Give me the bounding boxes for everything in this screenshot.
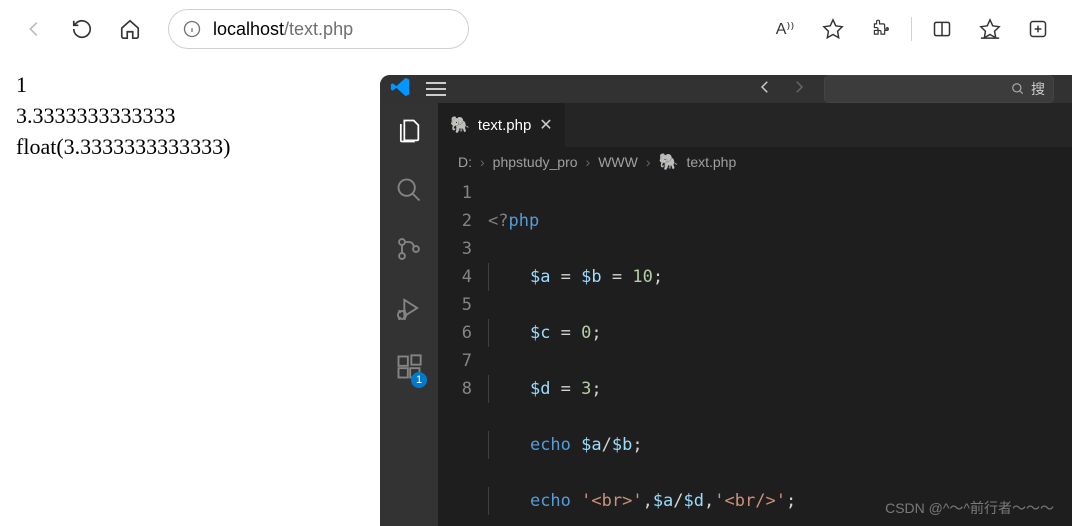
favorite-button[interactable] bbox=[813, 9, 853, 49]
activity-bar: 1 bbox=[380, 103, 438, 526]
tab-label: text.php bbox=[478, 117, 531, 134]
search-placeholder: 搜 bbox=[1031, 79, 1045, 99]
info-icon bbox=[183, 20, 201, 38]
php-file-icon: 🐘 bbox=[659, 152, 679, 172]
extensions-icon[interactable]: 1 bbox=[395, 353, 423, 386]
collections-button[interactable] bbox=[1018, 9, 1058, 49]
vscode-window: 搜 1 🐘 text.php ✕ D:› phpstudy_pro› WW bbox=[380, 75, 1072, 526]
extensions-button[interactable] bbox=[861, 9, 901, 49]
command-search[interactable]: 搜 bbox=[824, 75, 1054, 103]
tab-textphp[interactable]: 🐘 text.php ✕ bbox=[438, 103, 565, 147]
ext-badge: 1 bbox=[411, 372, 427, 388]
nav-back-icon[interactable] bbox=[756, 78, 774, 101]
sidebar-button[interactable] bbox=[922, 9, 962, 49]
back-button[interactable] bbox=[14, 9, 54, 49]
read-aloud-button[interactable]: A⁾⁾ bbox=[765, 9, 805, 49]
browser-toolbar: localhost/text.php A⁾⁾ bbox=[0, 0, 1072, 58]
code-content: <?php $a = $b = 10; $c = 0; $d = 3; echo… bbox=[488, 177, 1072, 526]
address-bar[interactable]: localhost/text.php bbox=[168, 9, 469, 49]
php-file-icon: 🐘 bbox=[450, 115, 470, 135]
nav-forward-icon[interactable] bbox=[790, 78, 808, 101]
line-gutter: 12345678 bbox=[438, 177, 488, 526]
search-icon bbox=[1011, 82, 1025, 96]
menu-button[interactable] bbox=[422, 78, 450, 100]
vscode-logo-icon bbox=[390, 76, 412, 103]
close-icon[interactable]: ✕ bbox=[539, 115, 552, 135]
home-button[interactable] bbox=[110, 9, 150, 49]
editor-area: 🐘 text.php ✕ D:› phpstudy_pro› WWW› 🐘 te… bbox=[438, 103, 1072, 526]
breadcrumb[interactable]: D:› phpstudy_pro› WWW› 🐘 text.php bbox=[438, 147, 1072, 177]
search-icon[interactable] bbox=[395, 176, 423, 209]
favorites-list-button[interactable] bbox=[970, 9, 1010, 49]
vscode-titlebar: 搜 bbox=[380, 75, 1072, 103]
code-editor[interactable]: 12345678 <?php $a = $b = 10; $c = 0; $d … bbox=[438, 177, 1072, 526]
watermark: CSDN @^～^前行者～～～ bbox=[885, 498, 1054, 518]
editor-tabs: 🐘 text.php ✕ bbox=[438, 103, 1072, 147]
source-control-icon[interactable] bbox=[395, 235, 423, 268]
address-text: localhost/text.php bbox=[213, 19, 353, 40]
explorer-icon[interactable] bbox=[395, 117, 423, 150]
refresh-button[interactable] bbox=[62, 9, 102, 49]
debug-icon[interactable] bbox=[395, 294, 423, 327]
